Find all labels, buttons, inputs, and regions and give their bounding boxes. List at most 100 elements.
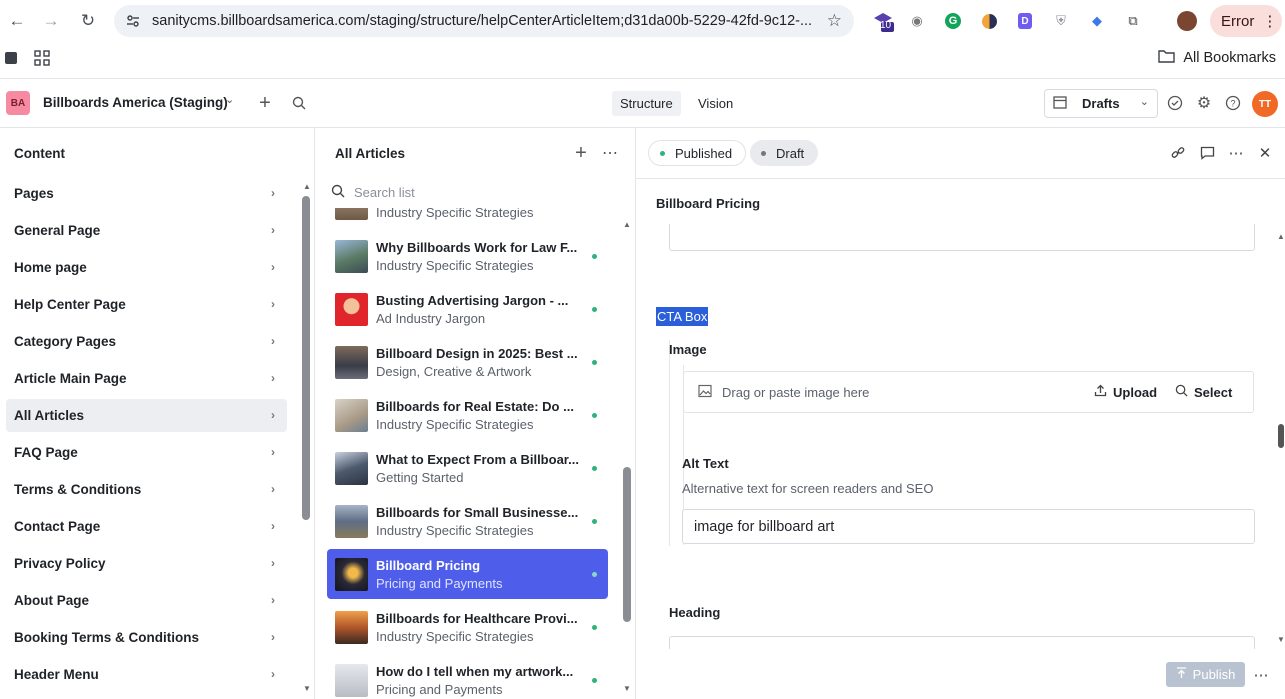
add-article-plus-icon[interactable]: + [570, 142, 592, 164]
list-item[interactable]: Industry Specific Strategies [327, 208, 608, 228]
scroll-up-arrow[interactable]: ▲ [303, 182, 311, 191]
nav-item-home-page[interactable]: Home page › [6, 251, 287, 284]
forward-arrow-icon[interactable]: → [38, 8, 64, 34]
close-icon[interactable]: ✕ [1254, 142, 1276, 164]
nav-item-label: Booking Terms & Conditions [14, 630, 199, 645]
extension-school-icon[interactable]: 10 [872, 10, 894, 32]
chevron-right-icon: › [271, 445, 275, 459]
image-upload-dropzone[interactable]: Drag or paste image here Upload Select [683, 371, 1254, 413]
user-avatar[interactable]: TT [1252, 91, 1278, 117]
chevron-down-icon[interactable]: ⌄ [225, 93, 234, 106]
search-icon[interactable] [288, 92, 310, 114]
article-category: Ad Industry Jargon [376, 311, 486, 326]
tab-structure[interactable]: Structure [612, 91, 681, 116]
nav-item-label: Pages [14, 186, 54, 201]
scroll-down-arrow[interactable]: ▼ [303, 684, 311, 693]
nav-item-contact-page[interactable]: Contact Page › [6, 510, 287, 543]
url-text[interactable]: sanitycms.billboardsamerica.com/staging/… [152, 13, 812, 29]
content-scrollbar-thumb[interactable] [302, 196, 310, 520]
camera-extension-icon[interactable]: ◉ [906, 10, 928, 32]
puzzle-extensions-icon[interactable]: ⧉ [1122, 10, 1144, 32]
nav-item-faq-page[interactable]: FAQ Page › [6, 436, 287, 469]
scroll-up-arrow[interactable]: ▲ [623, 220, 631, 229]
list-item[interactable]: Why Billboards Work for Law F... Industr… [327, 231, 608, 281]
create-plus-icon[interactable]: + [254, 92, 276, 114]
link-icon[interactable] [1167, 142, 1189, 164]
scroll-down-arrow[interactable]: ▼ [623, 684, 631, 693]
published-status-dot [592, 360, 597, 365]
comment-icon[interactable] [1196, 142, 1218, 164]
article-title: How do I tell when my artwork... [376, 664, 574, 679]
workspace-badge[interactable]: BA [6, 91, 30, 115]
site-settings-icon[interactable] [124, 12, 142, 30]
search-list-field[interactable]: Search list [331, 180, 621, 204]
extension-d-icon[interactable]: D [1014, 10, 1036, 32]
articles-pane-title: All Articles [335, 146, 406, 161]
list-item[interactable]: Billboards for Small Businesse... Indust… [327, 496, 608, 546]
tasks-check-icon[interactable] [1164, 92, 1186, 114]
list-item[interactable]: Busting Advertising Jargon - ... Ad Indu… [327, 284, 608, 334]
grammarly-icon[interactable]: G [942, 10, 964, 32]
more-options-icon[interactable]: ⋯ [1225, 142, 1247, 164]
list-item[interactable]: Billboards for Real Estate: Do ... Indus… [327, 390, 608, 440]
perspective-select[interactable]: Drafts ⌄ [1044, 89, 1158, 118]
editor-scrollbar-thumb[interactable] [1278, 424, 1284, 448]
more-options-icon[interactable]: ⋯ [599, 142, 621, 164]
app-square-icon[interactable] [5, 52, 17, 64]
nav-item-help-center-page[interactable]: Help Center Page › [6, 288, 287, 321]
article-title: Billboards for Real Estate: Do ... [376, 399, 574, 414]
more-actions-icon[interactable]: ⋯ [1250, 664, 1272, 686]
chevron-right-icon: › [271, 519, 275, 533]
nav-item-category-pages[interactable]: Category Pages › [6, 325, 287, 358]
browser-error-button[interactable]: Error ⋮ [1210, 5, 1282, 37]
help-icon[interactable]: ? [1222, 92, 1244, 114]
text-field-partial[interactable] [669, 224, 1255, 251]
nav-item-label: Contact Page [14, 519, 101, 534]
shield-extension-icon[interactable]: ⛨ [1050, 10, 1072, 32]
nav-item-pages[interactable]: Pages › [6, 177, 287, 210]
published-dot [660, 150, 665, 156]
extension-orange-icon[interactable] [978, 10, 1000, 32]
scroll-up-arrow[interactable]: ▲ [1277, 232, 1285, 241]
list-item-selected[interactable]: Billboard Pricing Pricing and Payments [327, 549, 608, 599]
workspace-name[interactable]: Billboards America (Staging) [43, 95, 228, 110]
list-item[interactable]: Billboard Design in 2025: Best ... Desig… [327, 337, 608, 387]
nav-item-general-page[interactable]: General Page › [6, 214, 287, 247]
articles-scrollbar-thumb[interactable] [623, 467, 631, 622]
all-bookmarks-button[interactable]: All Bookmarks [1158, 49, 1276, 67]
select-button[interactable]: Select [1175, 384, 1232, 400]
published-version-chip[interactable]: Published [648, 140, 746, 166]
nav-item-terms-conditions[interactable]: Terms & Conditions › [6, 473, 287, 506]
article-title: Why Billboards Work for Law F... [376, 240, 578, 255]
svg-text:?: ? [1230, 99, 1235, 109]
list-item[interactable]: How do I tell when my artwork... Pricing… [327, 655, 608, 699]
alt-text-input[interactable]: image for billboard art [682, 509, 1255, 544]
address-bar[interactable]: sanitycms.billboardsamerica.com/staging/… [114, 5, 854, 37]
nav-item-privacy-policy[interactable]: Privacy Policy › [6, 547, 287, 580]
tab-vision[interactable]: Vision [690, 91, 741, 116]
chevron-right-icon: › [271, 593, 275, 607]
tag-extension-icon[interactable]: ◆ [1086, 10, 1108, 32]
publish-button[interactable]: Publish [1166, 662, 1245, 687]
article-category: Industry Specific Strategies [376, 208, 534, 220]
bookmark-star-icon[interactable]: ☆ [827, 11, 842, 31]
reload-icon[interactable]: ↻ [75, 8, 101, 34]
nav-item-booking-terms[interactable]: Booking Terms & Conditions › [6, 621, 287, 654]
heading-field-label: Heading [669, 605, 721, 620]
list-item[interactable]: What to Expect From a Billboar... Gettin… [327, 443, 608, 493]
back-arrow-icon[interactable]: ← [4, 8, 30, 34]
article-thumbnail [335, 208, 368, 220]
folder-icon [1158, 49, 1176, 67]
nav-item-all-articles[interactable]: All Articles › [6, 399, 287, 432]
presence-users-icon[interactable]: ⚙ [1193, 92, 1215, 114]
draft-version-chip[interactable]: Draft [750, 140, 818, 166]
nav-item-article-main-page[interactable]: Article Main Page › [6, 362, 287, 395]
list-item[interactable]: Billboards for Healthcare Provi... Indus… [327, 602, 608, 652]
upload-button[interactable]: Upload [1094, 384, 1157, 400]
nav-item-about-page[interactable]: About Page › [6, 584, 287, 617]
apps-grid-icon[interactable] [34, 50, 50, 69]
scroll-down-arrow[interactable]: ▼ [1277, 635, 1285, 644]
article-category: Pricing and Payments [376, 576, 503, 591]
nav-item-header-menu[interactable]: Header Menu › [6, 658, 287, 691]
profile-avatar-icon[interactable] [1176, 10, 1198, 32]
